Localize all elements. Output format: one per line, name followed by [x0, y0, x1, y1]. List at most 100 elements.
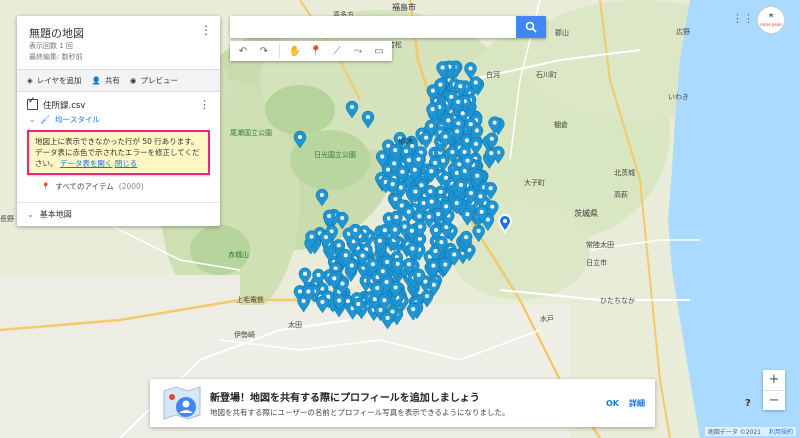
add-layer-button[interactable]: ◈ レイヤを追加 — [27, 75, 82, 86]
share-button[interactable]: 👤 共有 — [92, 75, 120, 86]
marker-pin-dot — [458, 84, 463, 89]
tool-separator — [279, 44, 280, 58]
marker-pin-dot — [450, 149, 455, 154]
marker-pin-dot — [332, 276, 337, 281]
marker-pin-dot — [457, 162, 462, 167]
undo-icon[interactable]: ↶ — [234, 43, 252, 59]
marker-icon[interactable]: 📍 — [307, 43, 325, 59]
marker-pin-dot — [441, 158, 446, 163]
eye-icon: ◉ — [129, 76, 137, 85]
avatar[interactable]: * more peak — [757, 6, 785, 34]
zoom-out-button[interactable]: − — [763, 391, 785, 411]
chevron-down-icon[interactable]: ⌄ — [29, 115, 35, 124]
layer-options-icon[interactable]: ⋮ — [199, 98, 210, 111]
marker-pin-dot — [301, 298, 306, 303]
zoom-in-button[interactable]: + — [763, 370, 785, 391]
marker-pin-dot — [433, 248, 438, 253]
marker-pin-dot — [356, 301, 361, 306]
map-label: 水戸 — [540, 315, 554, 323]
marker-pin-dot — [425, 294, 430, 299]
open-data-table-link[interactable]: データ表を開く — [60, 159, 113, 168]
notice-ok-button[interactable]: OK — [606, 399, 619, 408]
marker-pin-dot — [431, 282, 436, 287]
avatar-label: more peak — [760, 22, 782, 27]
panel-toolbar: ◈ レイヤを追加 👤 共有 ◉ プレビュー — [17, 69, 220, 92]
marker-pin-dot — [430, 107, 435, 112]
marker-pin-dot — [454, 201, 459, 206]
map-label: 太田 — [288, 321, 302, 329]
notice-title: 新登場！地図を共有する際にプロフィールを追加しましょう — [210, 392, 480, 404]
marker-pin-dot — [456, 121, 461, 126]
marker-pin-dot — [337, 298, 342, 303]
marker-pin-dot — [302, 271, 307, 276]
ruler-icon[interactable]: ▭ — [370, 43, 388, 59]
marker-pin-dot — [411, 307, 416, 312]
map-label: 福島市 — [392, 3, 416, 12]
notice-details-button[interactable]: 詳細 — [629, 398, 645, 409]
chevron-down-icon[interactable]: ⌄ — [27, 210, 34, 219]
marker-pin-dot — [406, 209, 411, 214]
all-items-label: すべてのアイテム — [55, 182, 114, 191]
layers-icon: ◈ — [27, 76, 33, 85]
marker-pin-dot — [503, 219, 507, 223]
marker-pin-dot — [298, 135, 302, 139]
map-label: 北茨城 — [614, 169, 635, 177]
map-label: 栃木 — [398, 137, 414, 146]
marker-pin-dot — [440, 65, 445, 70]
marker-pin-dot — [393, 227, 398, 232]
all-items-row[interactable]: 📍 すべてのアイテム (2000) — [41, 181, 210, 192]
marker-pin-dot — [418, 224, 423, 229]
redo-icon[interactable]: ↷ — [255, 43, 273, 59]
search-button[interactable] — [516, 16, 546, 38]
marker-pin-dot — [469, 190, 474, 195]
marker-pin-dot — [468, 122, 473, 127]
marker-pin-dot — [489, 136, 494, 141]
layer-name[interactable]: 住所録.csv — [43, 99, 85, 111]
marker-pin-dot — [336, 243, 341, 248]
marker-pin-dot — [439, 240, 444, 245]
map-title[interactable]: 無題の地図 — [29, 25, 208, 41]
map-tools: ↶ ↷ ✋ 📍 ⟋ ⤳ ▭ — [230, 41, 392, 61]
help-button[interactable]: ? — [745, 398, 751, 409]
marker-pin-dot — [488, 186, 493, 191]
marker-pin-dot — [378, 307, 383, 312]
marker-pin-dot — [424, 135, 429, 140]
marker-pin-dot — [395, 261, 400, 266]
zoom-control: + − — [763, 370, 785, 410]
draw-line-icon[interactable]: ⟋ — [328, 43, 346, 59]
location-pin-icon: 📍 — [41, 182, 51, 191]
marker-pin-dot — [429, 199, 434, 204]
marker-pin-dot — [409, 228, 414, 233]
apps-grid-icon[interactable]: ⋮⋮⋮ — [732, 12, 765, 26]
marker-pin-dot — [410, 246, 415, 251]
marker-pin-dot — [443, 262, 448, 267]
style-row[interactable]: ⌄ 🖌 均一スタイル — [29, 114, 210, 125]
share-label: 共有 — [104, 76, 120, 85]
preview-button[interactable]: ◉ プレビュー — [130, 75, 178, 86]
map-label: 棚倉 — [554, 121, 568, 129]
add-person-icon: 👤 — [91, 76, 101, 85]
style-link[interactable]: 均一スタイル — [55, 114, 100, 125]
hand-icon[interactable]: ✋ — [286, 43, 304, 59]
map-label: 日立市 — [586, 259, 607, 267]
marker-pin-dot — [428, 189, 433, 194]
marker-pin-dot — [398, 185, 403, 190]
marker-pin-dot — [392, 161, 397, 166]
marker-pin-dot — [431, 263, 436, 268]
all-items-count: (2000) — [118, 182, 144, 191]
layer-checkbox[interactable] — [27, 96, 38, 110]
marker-pin-dot — [380, 154, 385, 159]
marker-pin-dot — [474, 128, 479, 133]
map-options-icon[interactable]: ⋮ — [200, 24, 212, 36]
marker-pin-dot — [479, 209, 484, 214]
marker-pin-dot — [473, 80, 478, 85]
terms-link[interactable]: 利用規約 — [769, 427, 793, 436]
base-map-row[interactable]: ⌄ 基本地図 — [17, 202, 220, 226]
marker-pin-dot — [340, 281, 345, 286]
marker-pin-dot — [402, 224, 407, 229]
directions-icon[interactable]: ⤳ — [349, 43, 367, 59]
map-label: 常陸太田 — [586, 241, 614, 249]
close-warning-link[interactable]: 閉じる — [115, 159, 138, 168]
marker-pin-dot — [429, 123, 434, 128]
search-input[interactable] — [230, 18, 516, 40]
